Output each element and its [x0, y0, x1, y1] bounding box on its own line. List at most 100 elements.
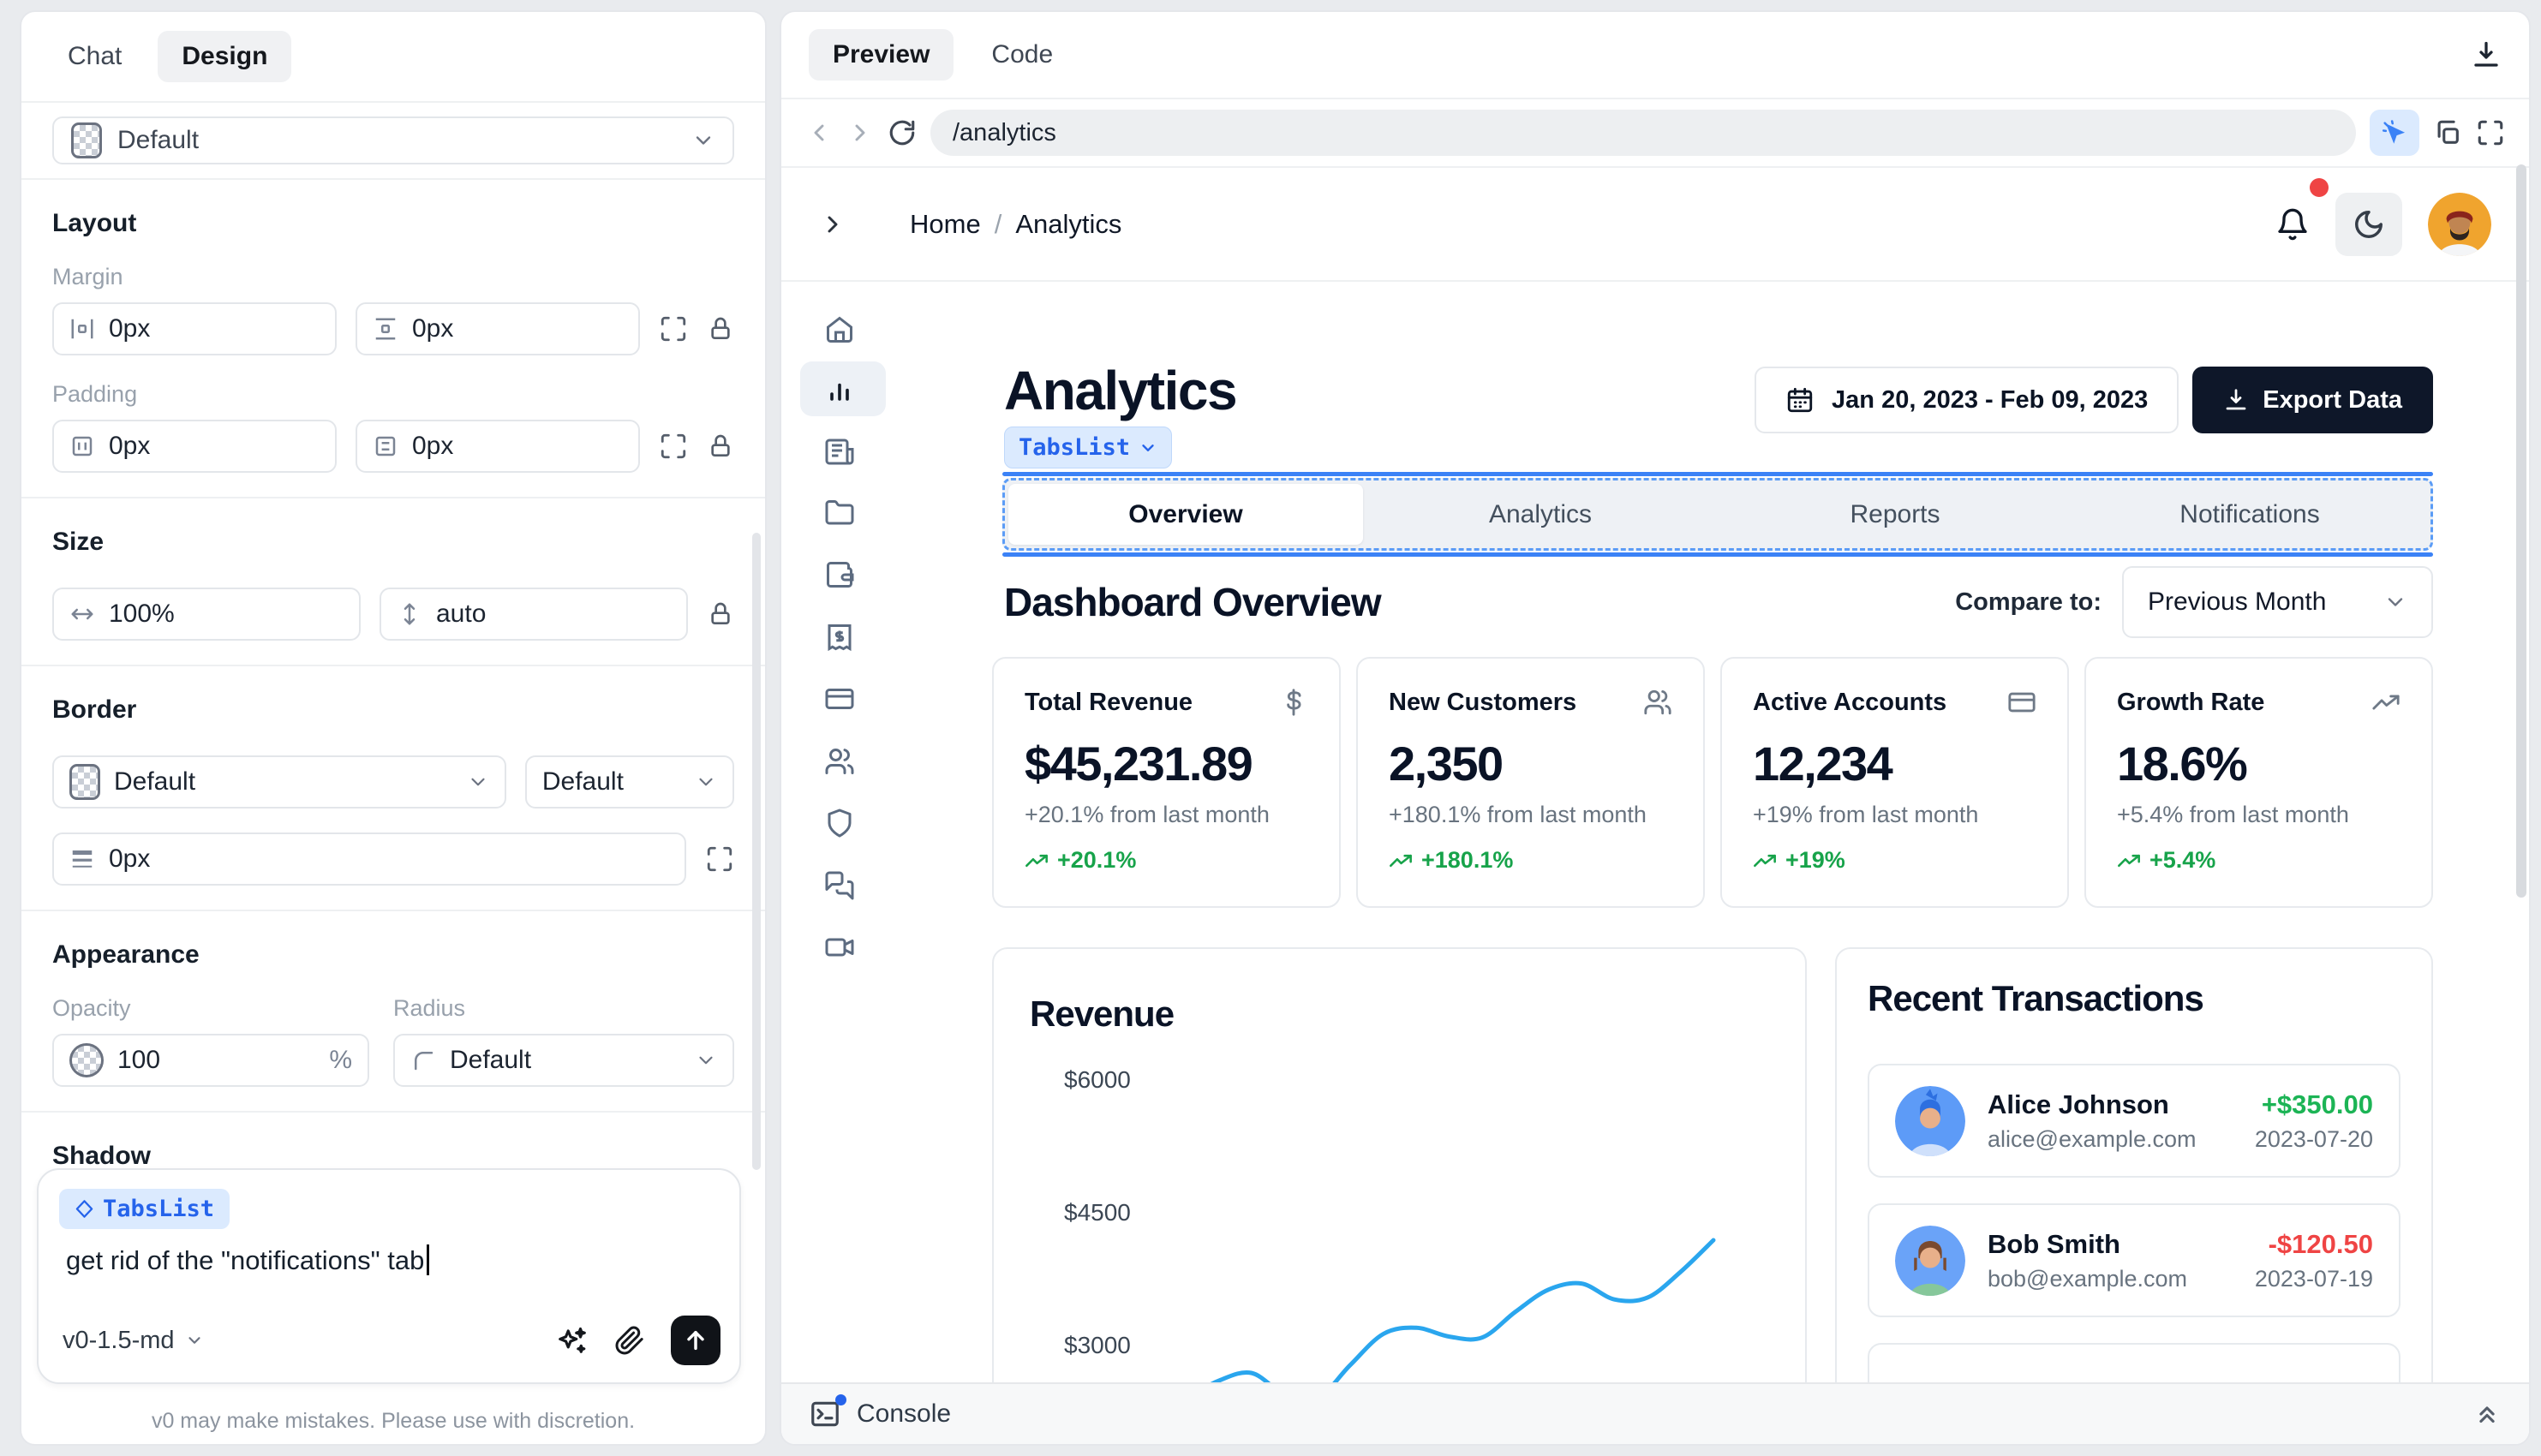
folder-icon[interactable] [822, 496, 857, 530]
recent-transactions-card: Recent Transactions Alice Johnson alice@… [1835, 947, 2433, 1382]
chevron-down-icon [695, 1049, 717, 1071]
back-button[interactable] [805, 119, 833, 146]
home-icon[interactable] [822, 313, 857, 347]
bell-icon [2275, 207, 2310, 242]
border-color-select[interactable]: Default [52, 755, 506, 809]
section-size: Size 100% auto [21, 498, 765, 665]
size-lock-button[interactable] [707, 600, 734, 628]
console-bar[interactable]: Console [781, 1382, 2529, 1444]
notifications-bell-button[interactable] [2275, 207, 2310, 242]
tab-notifications[interactable]: Notifications [2072, 484, 2427, 545]
height-input[interactable]: auto [380, 588, 688, 641]
model-select[interactable]: v0-1.5-md [63, 1327, 204, 1355]
sidebar-tabbar: Chat Design [21, 12, 765, 101]
padding-x-input[interactable]: 0px [52, 420, 337, 473]
style-preset-select[interactable]: Default [52, 116, 734, 164]
style-preset-value: Default [117, 126, 199, 155]
radius-select[interactable]: Default [393, 1034, 734, 1087]
section-appearance-title: Appearance [52, 940, 734, 970]
messages-icon[interactable] [822, 868, 857, 903]
attach-paperclip-button[interactable] [614, 1325, 645, 1356]
selected-component-badge[interactable]: TabsList [1004, 427, 1172, 468]
tab-reports[interactable]: Reports [1718, 484, 2072, 545]
padding-x-value: 0px [109, 432, 150, 461]
margin-x-input[interactable]: 0px [52, 302, 337, 355]
send-button[interactable] [671, 1316, 720, 1365]
tab-design[interactable]: Design [158, 31, 291, 82]
prompt-input[interactable]: get rid of the "notifications" tab [66, 1244, 739, 1276]
margin-label: Margin [52, 264, 734, 290]
sidebar-scrollbar[interactable] [752, 533, 761, 1170]
compare-label: Compare to: [1955, 588, 2102, 617]
border-width-input[interactable]: 0px [52, 832, 686, 886]
users-icon[interactable] [822, 744, 857, 779]
moon-icon [2353, 208, 2385, 241]
transaction-date: 2023-07-20 [2255, 1126, 2373, 1153]
preview-scrollbar[interactable] [2516, 164, 2526, 898]
trending-up-icon [1753, 849, 1777, 873]
padding-expand-button[interactable] [659, 432, 688, 461]
receipt-icon[interactable] [822, 620, 857, 654]
section-layout-title: Layout [52, 209, 734, 238]
copy-button[interactable] [2433, 118, 2462, 147]
trending-up-icon [1389, 849, 1413, 873]
breadcrumb: Home / Analytics [910, 209, 1121, 240]
date-range-picker[interactable]: Jan 20, 2023 - Feb 09, 2023 [1755, 367, 2179, 433]
tab-code[interactable]: Code [967, 29, 1077, 81]
margin-expand-button[interactable] [659, 314, 688, 343]
selected-element-chip[interactable]: TabsList [59, 1189, 230, 1229]
stat-label: Active Accounts [1753, 689, 1946, 717]
margin-y-input[interactable]: 0px [356, 302, 640, 355]
border-width-icon [69, 846, 95, 872]
padding-y-input[interactable]: 0px [356, 420, 640, 473]
forward-button[interactable] [846, 119, 874, 146]
tab-preview[interactable]: Preview [809, 29, 954, 81]
border-width-value: 0px [109, 844, 150, 874]
sidebar-toggle-button[interactable] [819, 211, 846, 238]
stat-card-growth-rate: Growth Rate 18.6% +5.4% from last month … [2084, 657, 2433, 908]
margin-lock-button[interactable] [707, 315, 734, 343]
prompt-composer[interactable]: TabsList get rid of the "notifications" … [37, 1168, 741, 1384]
fullscreen-button[interactable] [2476, 118, 2505, 147]
transaction-row[interactable]: Alice Johnson alice@example.com +$350.00… [1868, 1064, 2400, 1178]
dashboard-content: Analytics TabsList Jan 20, 2023 - Feb 09… [992, 277, 2433, 1382]
transaction-amount: -$120.50 [2255, 1229, 2373, 1260]
opacity-input[interactable]: 100 % [52, 1034, 369, 1087]
user-avatar[interactable] [2428, 193, 2491, 256]
export-data-button[interactable]: Export Data [2192, 367, 2433, 433]
wallet-icon[interactable] [822, 558, 857, 592]
border-expand-button[interactable] [705, 844, 734, 874]
stat-subtext: +19% from last month [1753, 802, 2036, 828]
border-style-select[interactable]: Default [525, 755, 734, 809]
download-button[interactable] [2471, 39, 2502, 70]
padding-label: Padding [52, 381, 734, 408]
tab-overview[interactable]: Overview [1008, 484, 1363, 545]
url-bar[interactable]: /analytics [930, 110, 2356, 156]
users-icon [1643, 688, 1672, 717]
revenue-line-chart [994, 949, 1807, 1382]
dark-mode-toggle[interactable] [2335, 193, 2402, 256]
bar-chart-icon[interactable] [822, 372, 857, 406]
breadcrumb-home[interactable]: Home [910, 209, 981, 240]
transaction-row[interactable]: Bob Smith bob@example.com -$120.50 2023-… [1868, 1203, 2400, 1317]
section-shadow-title: Shadow [52, 1142, 734, 1171]
inspect-cursor-button[interactable] [2370, 110, 2419, 156]
tab-chat[interactable]: Chat [44, 31, 146, 82]
transaction-row-clipped [1868, 1343, 2400, 1382]
padding-lock-button[interactable] [707, 433, 734, 460]
credit-card-icon[interactable] [822, 682, 857, 716]
console-expand-button[interactable] [2472, 1399, 2502, 1429]
video-icon[interactable] [822, 930, 857, 964]
compare-select[interactable]: Previous Month [2122, 566, 2433, 638]
width-input[interactable]: 100% [52, 588, 361, 641]
stats-row: Total Revenue $45,231.89 +20.1% from las… [992, 657, 2433, 908]
padding-y-value: 0px [412, 432, 453, 461]
margin-x-icon [69, 316, 95, 342]
tab-analytics[interactable]: Analytics [1363, 484, 1718, 545]
shield-icon[interactable] [822, 806, 857, 840]
transparency-swatch-icon [71, 122, 102, 158]
enhance-sparkles-button[interactable] [556, 1324, 589, 1357]
refresh-button[interactable] [888, 118, 917, 147]
newspaper-icon[interactable] [822, 433, 857, 468]
date-range-text: Jan 20, 2023 - Feb 09, 2023 [1832, 386, 2148, 415]
